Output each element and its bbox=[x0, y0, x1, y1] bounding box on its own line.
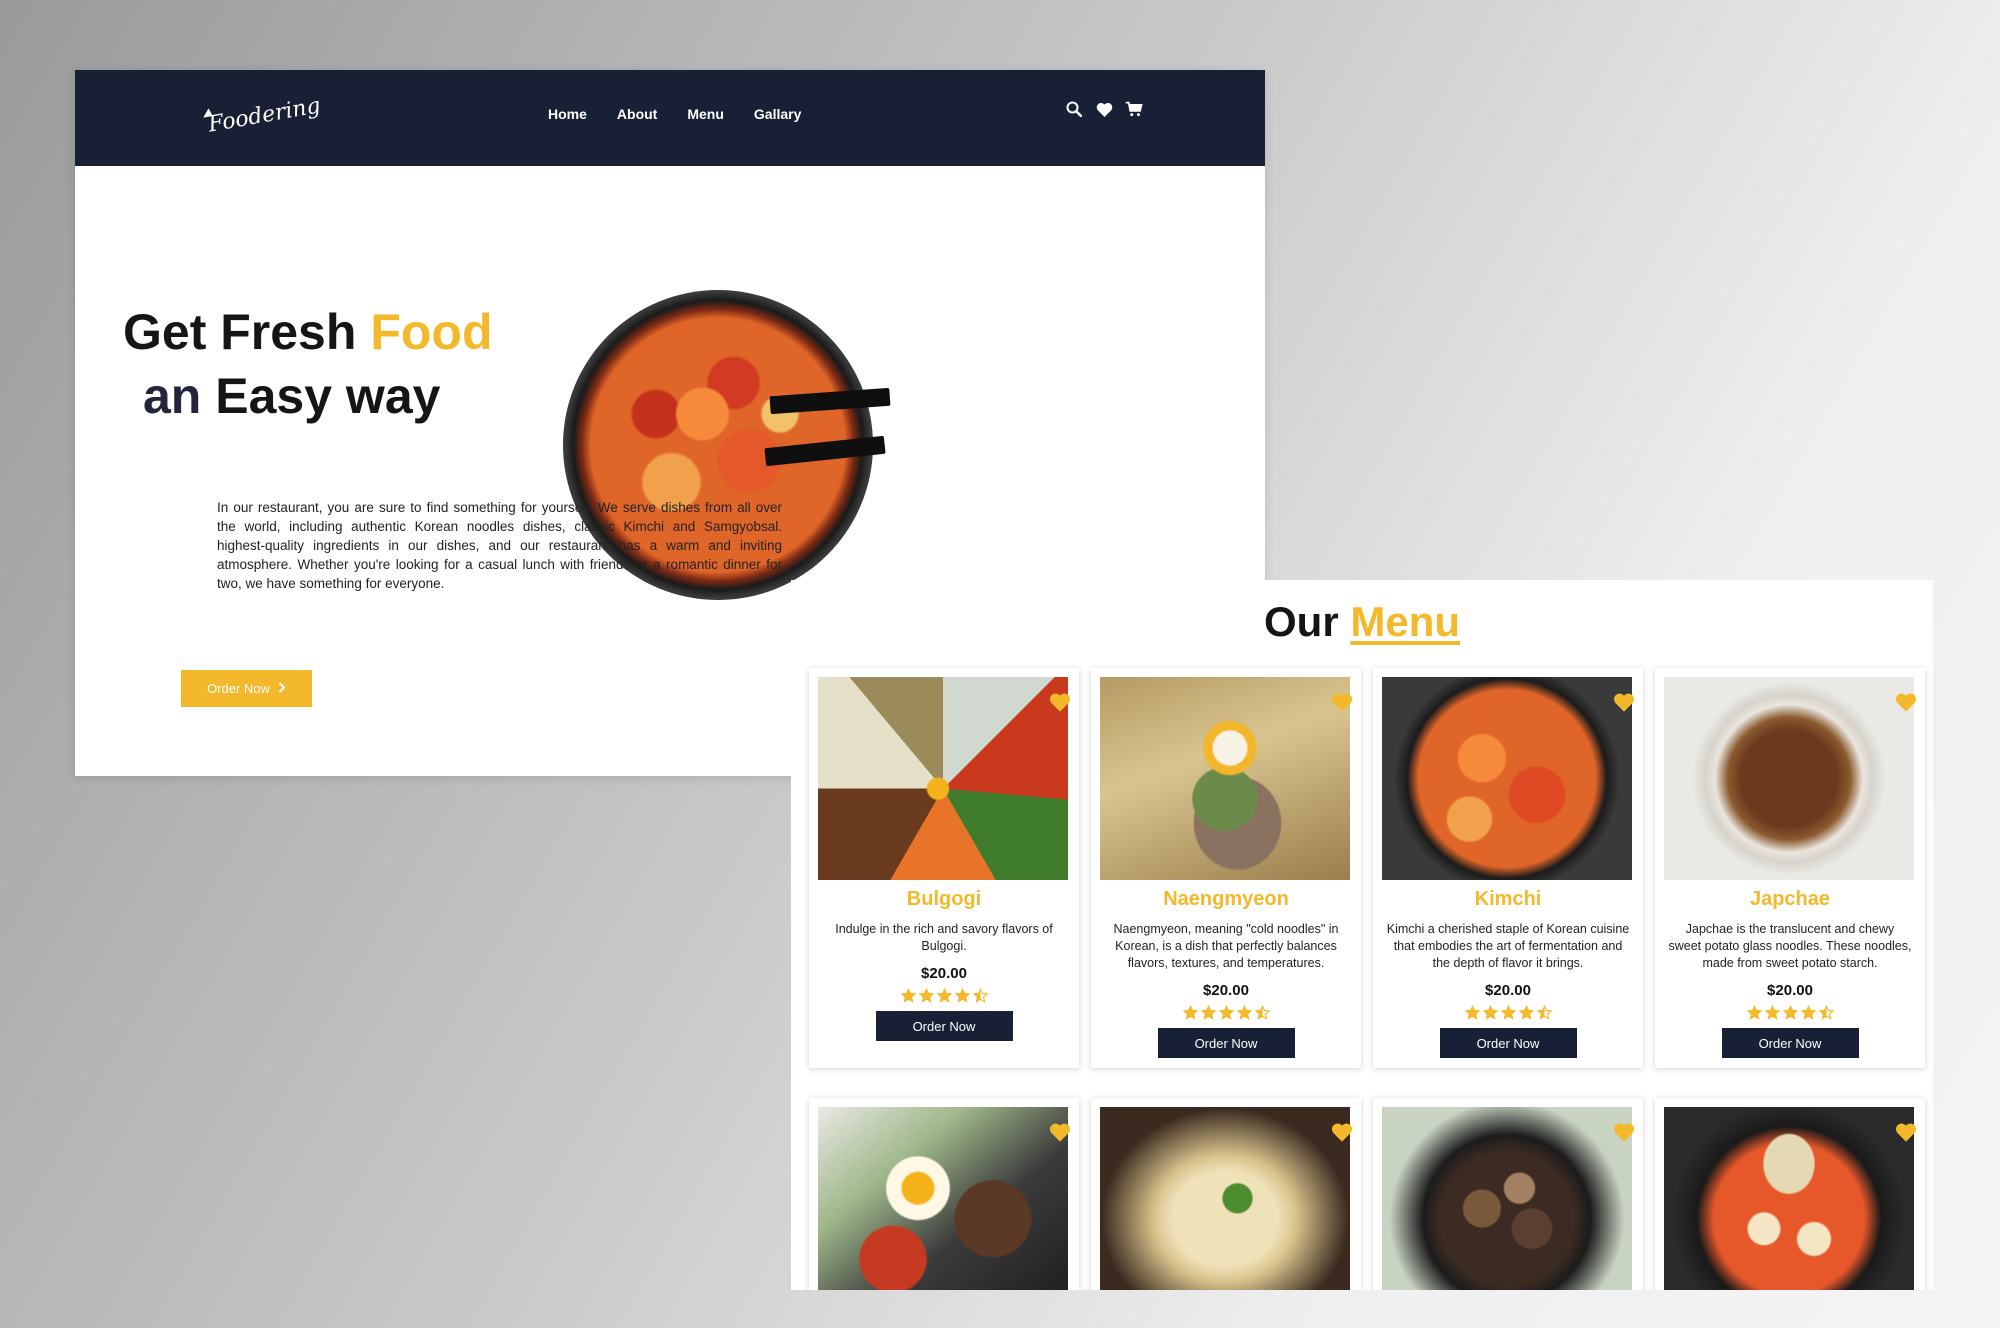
star-icon bbox=[918, 988, 934, 1003]
star-icon bbox=[1482, 1005, 1498, 1020]
card-description: Kimchi a cherished staple of Korean cuis… bbox=[1386, 922, 1630, 970]
card-description: Indulge in the rich and savory flavors o… bbox=[835, 922, 1053, 953]
heart-icon[interactable] bbox=[1613, 692, 1635, 712]
menu-card-japchae: Japchae Japchae is the translucent and c… bbox=[1655, 668, 1925, 1068]
heart-icon[interactable] bbox=[1049, 1122, 1071, 1142]
naengmyeon-image bbox=[1100, 677, 1350, 880]
hero-description: In our restaurant, you are sure to find … bbox=[217, 500, 782, 591]
japchae-image bbox=[1664, 677, 1914, 880]
star-half-icon bbox=[1536, 1005, 1552, 1020]
nav-link-menu[interactable]: Menu bbox=[687, 106, 724, 122]
nav-links: Home About Menu Gallary bbox=[548, 106, 801, 122]
card-title: Kimchi bbox=[1474, 888, 1542, 910]
star-rating bbox=[818, 988, 1070, 1003]
order-now-button[interactable]: Order Now bbox=[1157, 1028, 1295, 1058]
hero-title-accent: Food bbox=[370, 304, 493, 360]
heart-icon[interactable] bbox=[1095, 100, 1113, 118]
star-half-icon bbox=[972, 988, 988, 1003]
nav-icons bbox=[1065, 100, 1143, 118]
star-rating bbox=[1382, 1005, 1634, 1020]
star-icon bbox=[1500, 1005, 1516, 1020]
hero-title-line2: Easy way bbox=[215, 368, 441, 424]
hero-title-line2-wrap: an Easy way bbox=[123, 364, 492, 428]
nav-link-about[interactable]: About bbox=[617, 106, 657, 122]
menu-panel: Our Menu Bulgogi Indulge in the rich and… bbox=[791, 580, 1933, 1290]
star-icon bbox=[936, 988, 952, 1003]
bulgogi-image bbox=[818, 677, 1068, 880]
cart-icon[interactable] bbox=[1125, 100, 1143, 118]
star-icon bbox=[1764, 1005, 1780, 1020]
star-half-icon bbox=[1254, 1005, 1270, 1020]
menu-card bbox=[809, 1098, 1079, 1290]
card-description: Naengmyeon, meaning "cold noodles" in Ko… bbox=[1113, 922, 1339, 970]
hero-order-now-button[interactable]: Order Now bbox=[181, 670, 312, 707]
bbq-image bbox=[1382, 1107, 1632, 1290]
menu-cards-grid: Bulgogi Indulge in the rich and savory f… bbox=[809, 668, 1925, 1290]
star-rating bbox=[1100, 1005, 1352, 1020]
menu-title-our: Our bbox=[1264, 598, 1339, 645]
card-title: Bulgogi bbox=[906, 888, 982, 910]
samgyetang-image bbox=[1100, 1107, 1350, 1290]
card-description: Japchae is the translucent and chewy swe… bbox=[1668, 922, 1912, 970]
menu-card-naengmyeon: Naengmyeon Naengmyeon, meaning "cold noo… bbox=[1091, 668, 1361, 1068]
heart-icon[interactable] bbox=[1613, 1122, 1635, 1142]
nav-link-gallary[interactable]: Gallary bbox=[754, 106, 801, 122]
card-price: $20.00 bbox=[1485, 982, 1531, 999]
heart-icon[interactable] bbox=[1049, 692, 1071, 712]
card-title: Naengmyeon bbox=[1163, 888, 1289, 910]
brand-logo[interactable]: ⛰ Foodering bbox=[201, 86, 322, 137]
heart-icon[interactable] bbox=[1331, 692, 1353, 712]
card-title: Japchae bbox=[1749, 888, 1831, 910]
menu-title-accent: Menu bbox=[1350, 598, 1460, 645]
card-price: $20.00 bbox=[1767, 982, 1813, 999]
nav-link-home[interactable]: Home bbox=[548, 106, 587, 122]
order-now-button[interactable]: Order Now bbox=[875, 1011, 1013, 1041]
hero-title-an: an bbox=[143, 368, 202, 424]
star-icon bbox=[1518, 1005, 1534, 1020]
hero-order-now-label: Order Now bbox=[207, 681, 270, 696]
star-icon bbox=[954, 988, 970, 1003]
star-rating bbox=[1664, 1005, 1916, 1020]
star-icon bbox=[900, 988, 916, 1003]
menu-card bbox=[1091, 1098, 1361, 1290]
star-icon bbox=[1218, 1005, 1234, 1020]
heart-icon[interactable] bbox=[1331, 1122, 1353, 1142]
hero-title: Get Fresh Food an Easy way bbox=[123, 300, 492, 428]
star-icon bbox=[1800, 1005, 1816, 1020]
menu-card-kimchi: Kimchi Kimchi a cherished staple of Kore… bbox=[1373, 668, 1643, 1068]
order-now-button[interactable]: Order Now bbox=[1721, 1028, 1859, 1058]
bibimbap-image bbox=[818, 1107, 1068, 1290]
star-icon bbox=[1746, 1005, 1762, 1020]
search-icon[interactable] bbox=[1065, 100, 1083, 118]
heart-icon[interactable] bbox=[1895, 692, 1917, 712]
star-half-icon bbox=[1818, 1005, 1834, 1020]
stew-image bbox=[1664, 1107, 1914, 1290]
card-price: $20.00 bbox=[1203, 982, 1249, 999]
star-icon bbox=[1782, 1005, 1798, 1020]
heart-icon[interactable] bbox=[1895, 1122, 1917, 1142]
star-icon bbox=[1236, 1005, 1252, 1020]
menu-title: Our Menu bbox=[791, 598, 1933, 646]
star-icon bbox=[1182, 1005, 1198, 1020]
card-price: $20.00 bbox=[921, 965, 967, 982]
star-icon bbox=[1200, 1005, 1216, 1020]
menu-card-bulgogi: Bulgogi Indulge in the rich and savory f… bbox=[809, 668, 1079, 1068]
kimchi-image bbox=[1382, 677, 1632, 880]
chevron-right-icon bbox=[278, 681, 286, 696]
order-now-button[interactable]: Order Now bbox=[1439, 1028, 1577, 1058]
navbar: ⛰ Foodering Home About Menu Gallary bbox=[75, 70, 1265, 166]
star-icon bbox=[1464, 1005, 1480, 1020]
menu-card bbox=[1655, 1098, 1925, 1290]
menu-card bbox=[1373, 1098, 1643, 1290]
hero-title-part1: Get Fresh bbox=[123, 304, 357, 360]
